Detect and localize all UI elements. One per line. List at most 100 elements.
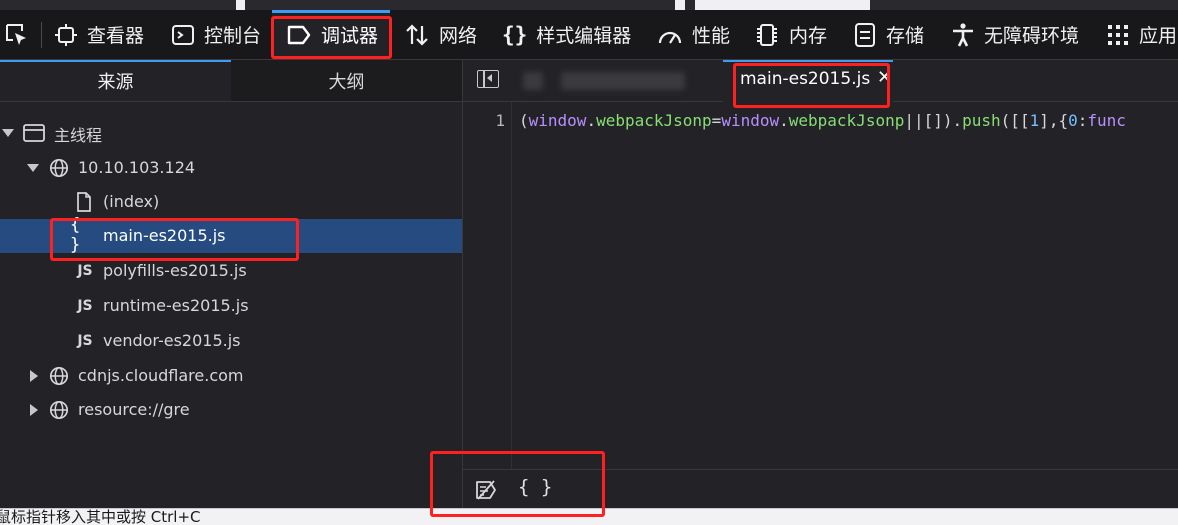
tree-item-runtime[interactable]: JS runtime-es2015.js [0,289,462,323]
line-number: 1 [495,111,505,130]
tree-item-resource-gre[interactable]: resource://gre [0,393,462,427]
chevron-right-icon[interactable] [30,370,38,382]
js-icon: JS [77,298,93,314]
performance-icon [657,23,683,47]
editor-statusbar: { } [463,469,1178,508]
browser-content-strip [0,0,1178,10]
tree-item-host[interactable]: 10.10.103.124 [0,151,462,185]
tab-inspector-label: 查看器 [87,25,145,47]
code-token: . [586,111,597,130]
tab-application[interactable]: 应用 [1106,10,1177,59]
code-token: = [711,111,722,130]
tree-item-main-thread[interactable]: 主线程 [0,116,462,150]
element-picker-button[interactable] [4,10,39,59]
blurred-tab[interactable] [561,72,685,90]
sidebar-toggle-icon[interactable] [477,70,499,88]
application-icon [1106,23,1130,47]
tab-memory[interactable]: 内存 [754,10,827,59]
inspector-icon [54,23,78,47]
code-token: ||[]). [904,111,963,130]
window-icon [23,122,45,144]
file-icon [73,191,95,213]
tab-performance[interactable]: 性能 [657,10,730,59]
braces-icon: { } [70,215,81,255]
code-token: push [962,111,1001,130]
tab-memory-label: 内存 [789,25,828,47]
tab-style-editor-label: 样式编辑器 [536,25,632,47]
memory-icon [754,22,780,48]
code-token: func [1087,111,1126,130]
tab-debugger[interactable]: 调试器 [272,10,390,59]
tab-outline[interactable]: 大纲 [231,60,462,101]
devtools-toolbar: 查看器 控制台 调试器 网络 {} 样式编辑器 性能 内存 存储 无障碍环境 应… [0,0,1178,60]
accessibility-icon [951,22,975,48]
code-token: webpackJsonp [788,111,905,130]
tree-item-polyfills[interactable]: JS polyfills-es2015.js [0,254,462,288]
tree-item-cdnjs[interactable]: cdnjs.cloudflare.com [0,359,462,393]
tree-item-label: runtime-es2015.js [103,296,249,315]
editor-tab-bar: main-es2015.js ✕ [463,60,1178,102]
tab-debugger-label: 调试器 [321,25,379,47]
tree-item-label: cdnjs.cloudflare.com [78,366,244,385]
style-editor-icon: {} [502,22,528,47]
blurred-tab[interactable] [523,72,543,90]
tree-item-label: (index) [103,192,160,211]
globe-icon [48,157,70,179]
editor-tab-main-es2015[interactable]: main-es2015.js ✕ [723,60,893,102]
code-line-1: (window.webpackJsonp=window.webpackJsonp… [519,111,1126,130]
js-icon: JS [77,263,93,279]
code-token: webpackJsonp [596,111,712,130]
tab-style-editor[interactable]: {} 样式编辑器 [502,10,631,59]
code-token: ( [519,111,529,130]
globe-icon [48,399,70,421]
code-token: window [721,111,780,130]
code-editor[interactable]: (window.webpackJsonp=window.webpackJsonp… [511,102,1178,469]
tab-storage[interactable]: 存储 [853,10,924,59]
console-icon [171,23,195,47]
tab-performance-label: 性能 [692,25,731,47]
chevron-right-icon[interactable] [30,404,38,416]
close-icon[interactable]: ✕ [877,67,892,88]
code-token: 0 [1068,111,1078,130]
sources-panel-tabs: 来源 大纲 [0,60,462,102]
tree-item-label: main-es2015.js [103,226,226,245]
code-token: ],{ [1039,111,1069,130]
toolbar-separator [41,22,42,48]
tab-console[interactable]: 控制台 [171,10,261,59]
sources-panel: 来源 大纲 主线程 10.10.103.124 (index) { } main… [0,60,462,508]
tab-accessibility[interactable]: 无障碍环境 [951,10,1079,59]
globe-icon [48,365,70,387]
tree-item-vendor[interactable]: JS vendor-es2015.js [0,324,462,358]
chevron-down-icon[interactable] [27,164,39,172]
tree-item-label: polyfills-es2015.js [103,261,247,280]
debugger-icon [286,24,312,46]
tab-sources[interactable]: 来源 [0,60,231,101]
tree-item-main-es2015[interactable]: { } main-es2015.js [0,215,462,255]
tab-sources-label: 来源 [97,71,134,93]
code-token: window [528,111,587,130]
tree-item-label: vendor-es2015.js [103,331,241,350]
notification-bar: 鼠标指针移入其中或按 Ctrl+C [0,508,1178,525]
tree-item-label: 主线程 [54,126,103,145]
js-icon: JS [77,333,93,349]
network-icon [404,22,430,48]
notification-text: 鼠标指针移入其中或按 Ctrl+C [0,508,201,525]
tree-item-label: resource://gre [78,400,190,419]
code-token: 1 [1029,111,1040,130]
tree-item-label: 10.10.103.124 [78,158,196,177]
pretty-print-button[interactable]: { } [518,476,552,498]
disable-breakpoints-icon[interactable] [475,479,497,501]
tab-outline-label: 大纲 [328,71,365,93]
storage-icon [853,22,877,48]
tab-console-label: 控制台 [204,25,262,47]
tab-network-label: 网络 [439,25,478,47]
tab-storage-label: 存储 [886,25,925,47]
chevron-down-icon[interactable] [2,129,14,137]
element-picker-icon [4,22,30,48]
code-token: . [779,111,789,130]
editor-tab-label: main-es2015.js [740,69,871,89]
tree-item-index[interactable]: (index) [0,185,462,219]
tab-network[interactable]: 网络 [404,10,477,59]
tab-inspector[interactable]: 查看器 [54,10,144,59]
line-gutter: 1 [463,102,511,469]
